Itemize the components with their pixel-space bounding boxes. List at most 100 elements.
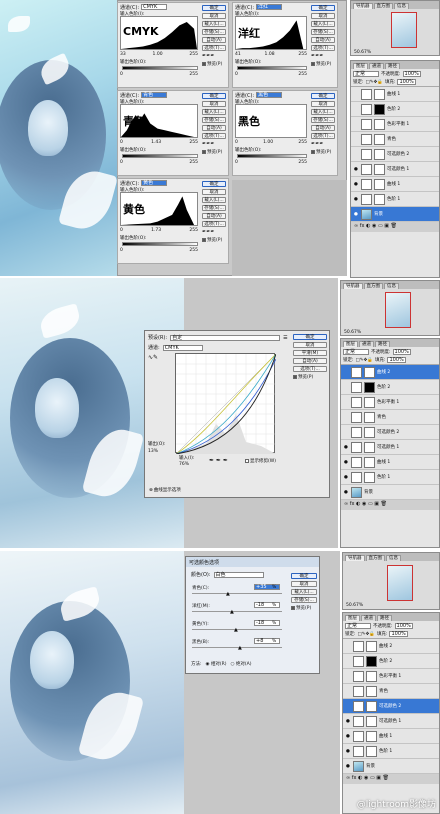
opacity-input[interactable]: 100% <box>392 348 411 355</box>
lock-icons[interactable]: □✎✥🔒 <box>356 358 373 363</box>
eye-icon[interactable]: ● <box>345 749 351 754</box>
layer-row[interactable]: 色阶 2 <box>343 654 439 669</box>
output-white-value[interactable]: 255 <box>189 248 198 253</box>
eyedropper-icons[interactable]: ✒✒✒ <box>311 141 335 147</box>
curve-graph[interactable] <box>175 353 277 455</box>
layer-row[interactable]: 色彩平衡 1 <box>343 669 439 684</box>
options-button[interactable]: 选项(T)... <box>293 366 327 372</box>
tab-histogram[interactable]: 直方图 <box>363 283 383 289</box>
output-white-value[interactable]: 255 <box>189 72 198 77</box>
layer-name[interactable]: 色阶 1 <box>377 474 390 480</box>
layer-mask-thumbnail[interactable] <box>374 178 385 190</box>
layer-name[interactable]: 青色 <box>379 688 388 694</box>
slider-thumb[interactable]: ▲ <box>234 627 238 633</box>
tab-layers[interactable]: 图层 <box>353 63 368 69</box>
layer-mask-thumbnail[interactable] <box>364 441 375 453</box>
cancel-button[interactable]: 取消 <box>291 581 317 587</box>
layer-name[interactable]: 可选颜色 1 <box>387 166 409 172</box>
ok-button[interactable]: 确定 <box>311 5 335 11</box>
layer-mask-thumbnail[interactable] <box>366 730 377 742</box>
slider-thumb[interactable]: ▲ <box>230 609 234 615</box>
layer-mask-thumbnail[interactable] <box>366 745 377 757</box>
input-gamma-value[interactable]: 1.00 <box>153 52 163 57</box>
input-white-value[interactable]: 255 <box>298 52 307 57</box>
layer-row[interactable]: 曲线 2 <box>343 639 439 654</box>
layer-row[interactable]: 可选颜色 2 <box>343 699 439 714</box>
ok-button[interactable]: 确定 <box>202 93 226 99</box>
layer-row[interactable]: 青色 <box>343 684 439 699</box>
output-black-value[interactable]: 0 <box>120 72 123 77</box>
layer-mask-thumbnail[interactable] <box>374 148 385 160</box>
layer-name[interactable]: 青色 <box>377 414 386 420</box>
input-white-value[interactable]: 255 <box>189 228 198 233</box>
layer-name[interactable]: 色彩平衡 1 <box>377 399 399 405</box>
background-layer[interactable]: ● 背景 <box>351 207 439 222</box>
tab-channels[interactable]: 通道 <box>361 615 376 621</box>
layer-name[interactable]: 曲线 1 <box>379 733 392 739</box>
layer-name[interactable]: 曲线 1 <box>377 459 390 465</box>
eyedropper-icons[interactable]: ✒✒✒ <box>202 141 226 147</box>
load-button[interactable]: 载入(L)... <box>291 589 317 595</box>
output-gradient[interactable] <box>122 242 198 246</box>
output-white-value[interactable]: 255 <box>298 160 307 165</box>
layer-row[interactable]: 色彩平衡 1 <box>351 117 439 132</box>
fill-input[interactable]: 100% <box>397 79 416 85</box>
options-button[interactable]: 选项(T)... <box>311 45 335 51</box>
input-value[interactable]: 76% <box>179 462 189 467</box>
output-gradient[interactable] <box>237 66 307 70</box>
input-black-value[interactable]: 0 <box>120 228 123 233</box>
layer-row[interactable]: ● 可选颜色 1 <box>351 162 439 177</box>
input-black-value[interactable]: 0 <box>120 140 123 145</box>
output-gradient[interactable] <box>122 66 198 70</box>
absolute-radio[interactable]: ○ 绝对(A) <box>231 661 252 667</box>
color-slider[interactable] <box>192 593 282 594</box>
fill-input[interactable]: 100% <box>389 631 408 637</box>
ok-button[interactable]: 确定 <box>202 181 226 187</box>
input-white-value[interactable]: 255 <box>189 52 198 57</box>
layer-row[interactable]: ● 曲线 1 <box>351 177 439 192</box>
output-black-value[interactable]: 0 <box>235 72 238 77</box>
preview-checkbox[interactable]: 预览(P) <box>293 374 327 380</box>
input-white-value[interactable]: 255 <box>298 140 307 145</box>
auto-button[interactable]: 自动(A) <box>311 37 335 43</box>
input-gamma-value[interactable]: 1.08 <box>265 52 275 57</box>
layer-name[interactable]: 色彩平衡 1 <box>387 121 409 127</box>
slider-thumb[interactable]: ▲ <box>238 645 242 651</box>
tab-info[interactable]: 信息 <box>394 3 409 9</box>
zoom-value[interactable]: 50.67% <box>344 330 361 335</box>
layer-mask-thumbnail[interactable] <box>374 163 385 175</box>
layer-name[interactable]: 可选颜色 2 <box>387 151 409 157</box>
layer-row[interactable]: 曲线 2 <box>341 365 439 380</box>
layer-row[interactable]: 青色 <box>351 132 439 147</box>
output-gradient[interactable] <box>237 154 307 158</box>
layer-name[interactable]: 可选颜色 1 <box>379 718 401 724</box>
clip-checkbox[interactable]: 显示修剪(W) <box>245 458 276 464</box>
channel-select[interactable]: 洋红 <box>256 4 283 10</box>
layer-mask-thumbnail[interactable] <box>364 366 375 378</box>
layer-name[interactable]: 青色 <box>387 136 396 142</box>
tab-histogram[interactable]: 直方图 <box>373 3 393 9</box>
navigator-preview[interactable] <box>391 12 417 48</box>
options-button[interactable]: 选项(T)... <box>202 45 226 51</box>
layer-mask-thumbnail[interactable] <box>374 118 385 130</box>
layer-name[interactable]: 背景 <box>364 489 373 495</box>
layer-row[interactable]: 色彩平衡 1 <box>341 395 439 410</box>
opacity-input[interactable]: 100% <box>394 622 413 629</box>
eyedropper-icons[interactable]: ✒✒✒ <box>202 53 226 59</box>
layer-footer-icons[interactable]: ∞ fx ◐ ◉ ▭ ▣ 🗑 <box>351 222 439 232</box>
layer-name[interactable]: 背景 <box>374 211 383 217</box>
eye-icon[interactable]: ● <box>345 734 351 739</box>
cancel-button[interactable]: 取消 <box>202 13 226 19</box>
preview-checkbox[interactable]: 预览(P) <box>202 149 226 155</box>
layer-row[interactable]: ● 色阶 1 <box>351 192 439 207</box>
fill-input[interactable]: 100% <box>387 357 406 363</box>
preview-checkbox[interactable]: 预览(P) <box>291 605 317 611</box>
tab-info[interactable]: 信息 <box>384 283 399 289</box>
save-button[interactable]: 存储(S)... <box>291 597 317 603</box>
layer-mask-thumbnail[interactable] <box>364 411 375 423</box>
tab-channels[interactable]: 通道 <box>359 341 374 347</box>
output-value[interactable]: 13% <box>148 449 158 454</box>
options-button[interactable]: 选项(T)... <box>202 133 226 139</box>
input-white-value[interactable]: 255 <box>189 140 198 145</box>
layer-mask-thumbnail[interactable] <box>366 640 377 652</box>
